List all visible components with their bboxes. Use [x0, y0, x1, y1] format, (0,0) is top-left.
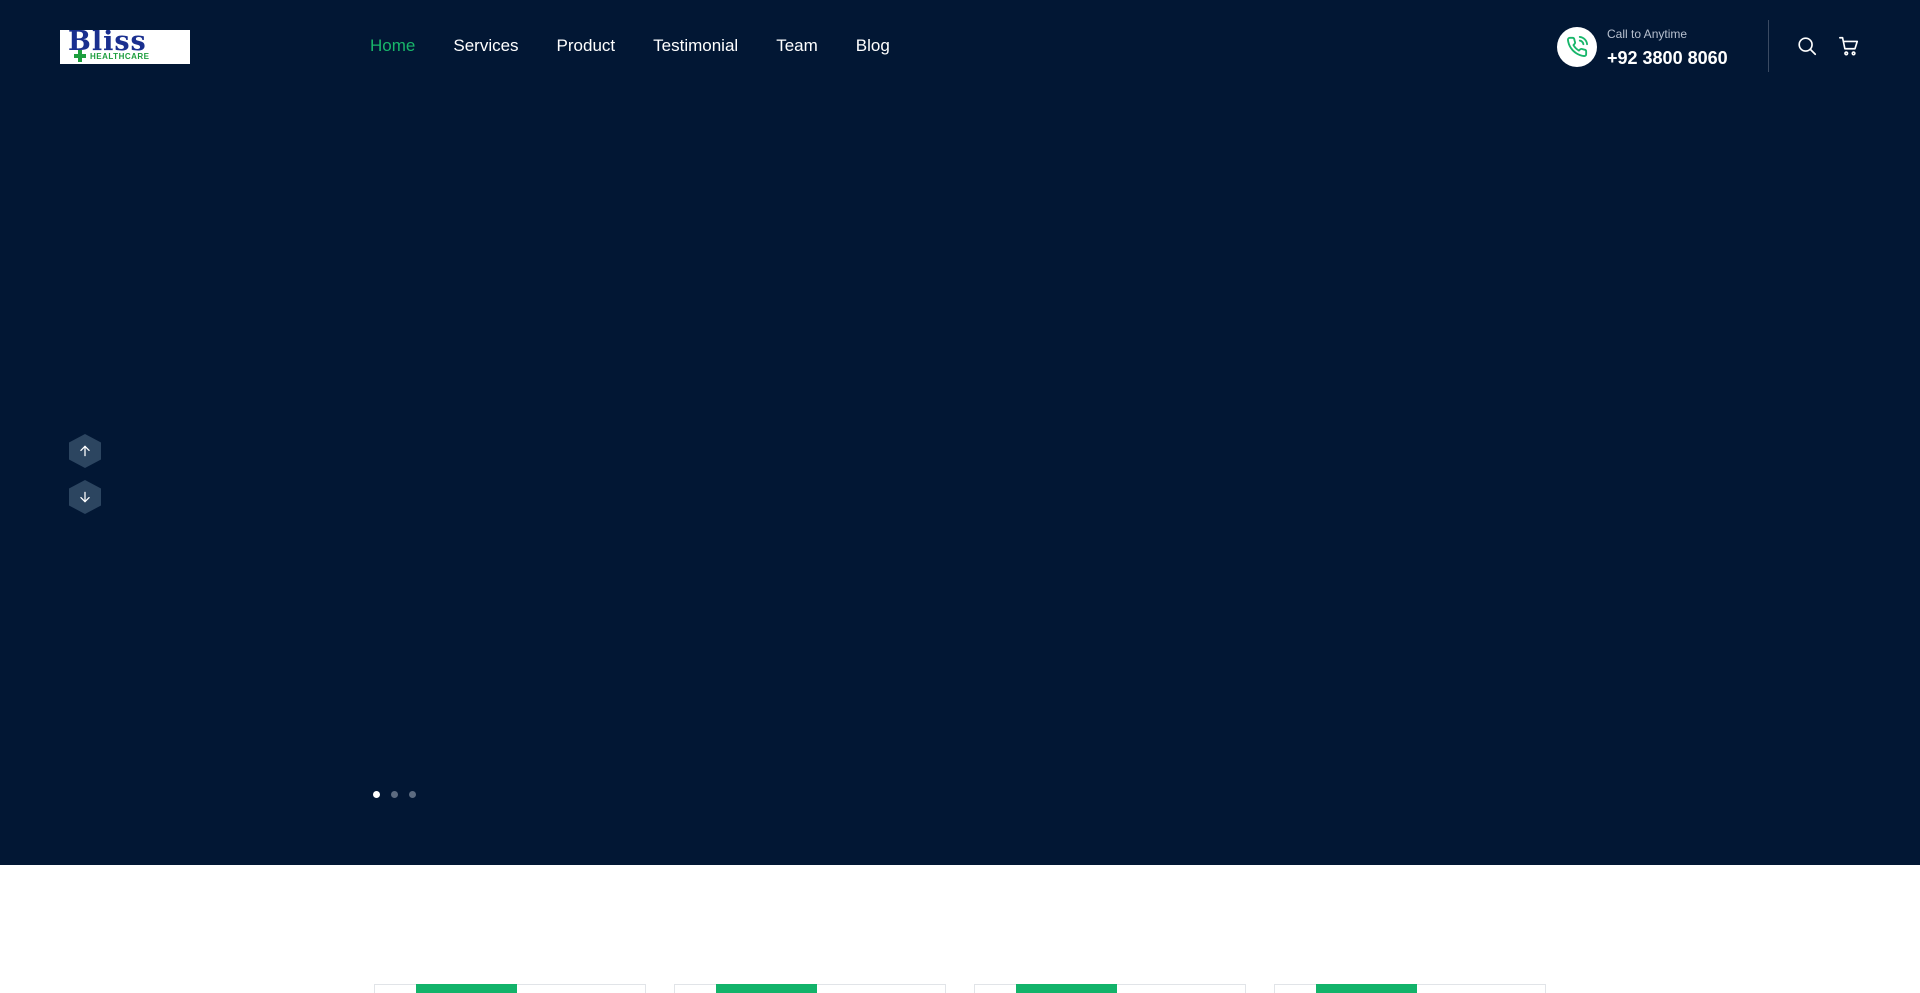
nav-item-services[interactable]: Services [453, 35, 518, 57]
arrow-up-icon [80, 445, 90, 457]
slider-dot-3[interactable] [409, 791, 416, 798]
card-accent-tab [1316, 984, 1417, 993]
search-icon[interactable] [1796, 35, 1818, 57]
cart-icon[interactable] [1838, 35, 1860, 57]
service-card[interactable] [974, 984, 1246, 993]
phone-number-link[interactable]: +92 3800 8060 [1607, 48, 1728, 69]
card-accent-tab [1016, 984, 1117, 993]
nav-item-product[interactable]: Product [557, 35, 616, 57]
site-header: Bliss HEALTHCARE Home Services Product T… [0, 0, 1920, 92]
service-card[interactable] [374, 984, 646, 993]
arrow-down-icon [80, 491, 90, 503]
slider-dot-1[interactable] [373, 791, 380, 798]
slider-dot-2[interactable] [391, 791, 398, 798]
nav-item-testimonial[interactable]: Testimonial [653, 35, 738, 57]
logo-subtitle: HEALTHCARE [90, 52, 150, 61]
card-accent-tab [416, 984, 517, 993]
service-card[interactable] [674, 984, 946, 993]
card-accent-tab [716, 984, 817, 993]
nav-item-blog[interactable]: Blog [856, 35, 890, 57]
header-divider [1768, 20, 1769, 72]
nav-item-team[interactable]: Team [776, 35, 818, 57]
nav-item-home[interactable]: Home [370, 35, 415, 57]
phone-icon[interactable] [1557, 27, 1597, 67]
hero-section [0, 0, 1920, 865]
main-nav: Home Services Product Testimonial Team B… [370, 35, 890, 57]
brand-logo[interactable]: Bliss HEALTHCARE [60, 30, 190, 64]
call-label: Call to Anytime [1607, 27, 1688, 41]
medical-cross-icon [74, 50, 86, 62]
slider-pagination [373, 791, 416, 798]
service-card[interactable] [1274, 984, 1546, 993]
